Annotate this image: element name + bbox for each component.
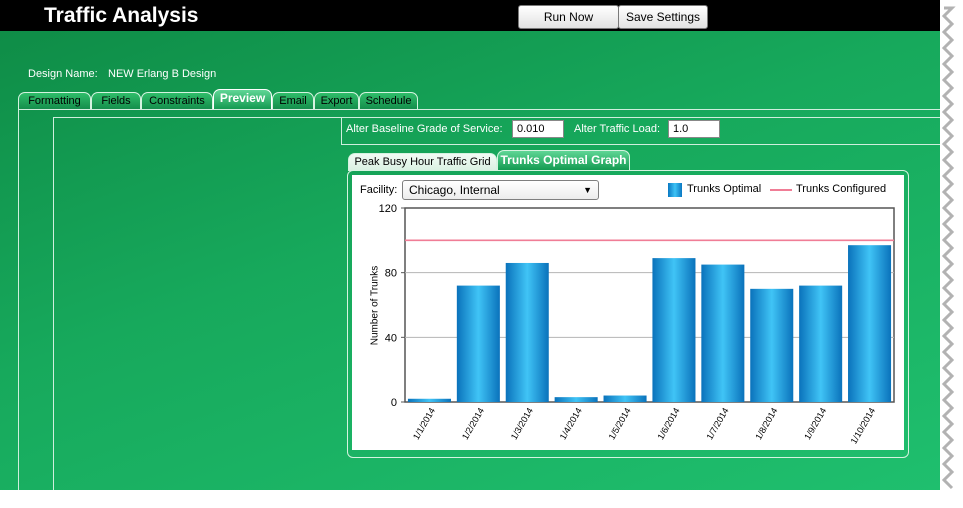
- save-settings-button[interactable]: Save Settings: [618, 5, 708, 29]
- tab-preview[interactable]: Preview: [213, 89, 272, 109]
- tab-panel-border-left: [18, 109, 19, 490]
- bar-trunks-optimal: [848, 245, 892, 402]
- tab-fields[interactable]: Fields: [91, 92, 141, 110]
- bar-trunks-optimal: [701, 264, 745, 402]
- x-tick-label: 1/3/2014: [509, 406, 535, 441]
- bar-trunks-optimal: [603, 395, 647, 402]
- traffic-load-input[interactable]: [668, 120, 720, 138]
- bar-trunks-optimal: [652, 258, 696, 402]
- bar-trunks-optimal: [407, 398, 451, 402]
- chart-card: Facility: Chicago, Internal ▼ Trunks Opt…: [352, 175, 904, 450]
- tab-panel-border: [18, 109, 940, 110]
- x-tick-label: 1/8/2014: [753, 406, 779, 441]
- y-tick-label: 80: [385, 268, 397, 280]
- tab-schedule[interactable]: Schedule: [359, 92, 418, 110]
- bar-trunks-optimal: [505, 262, 549, 402]
- x-tick-label: 1/6/2014: [655, 406, 681, 441]
- tab-constraints[interactable]: Constraints: [141, 92, 213, 110]
- y-tick-label: 0: [391, 397, 397, 409]
- tab-export[interactable]: Export: [314, 92, 359, 110]
- x-tick-label: 1/5/2014: [607, 406, 633, 441]
- app-title: Traffic Analysis: [44, 4, 199, 27]
- bar-trunks-optimal: [750, 288, 794, 402]
- x-tick-label: 1/4/2014: [558, 406, 584, 441]
- run-now-button[interactable]: Run Now: [518, 5, 619, 29]
- bar-trunks-optimal: [554, 397, 598, 402]
- tab-formatting[interactable]: Formatting: [18, 92, 91, 110]
- x-tick-label: 1/7/2014: [704, 406, 730, 441]
- gos-label: Alter Baseline Grade of Service:: [346, 123, 503, 135]
- app-window: Traffic Analysis Run Now Save Settings D…: [0, 0, 940, 490]
- tab-peak-busy-hour-grid[interactable]: Peak Busy Hour Traffic Grid: [348, 153, 497, 171]
- bar-trunks-optimal: [456, 285, 500, 402]
- x-tick-label: 1/9/2014: [802, 406, 828, 441]
- title-bar: Traffic Analysis Run Now Save Settings: [0, 0, 940, 31]
- x-tick-label: 1/10/2014: [849, 406, 878, 446]
- y-tick-label: 120: [379, 203, 397, 215]
- gos-input[interactable]: [512, 120, 564, 138]
- bar-trunks-optimal: [799, 285, 843, 402]
- trunks-chart: 0 40 80 120 1/1/2014 1/2/2014 1/3/2014 1/4/2014…: [379, 203, 895, 446]
- traffic-load-label: Alter Traffic Load:: [574, 123, 661, 135]
- x-tick-label: 1/1/2014: [411, 406, 437, 441]
- design-name-label: Design Name:: [28, 68, 98, 80]
- y-tick-label: 40: [385, 332, 397, 344]
- design-name-value: NEW Erlang B Design: [108, 68, 217, 80]
- tab-trunks-optimal-graph[interactable]: Trunks Optimal Graph: [497, 150, 630, 170]
- tab-email[interactable]: Email: [272, 92, 314, 110]
- x-tick-label: 1/2/2014: [460, 406, 486, 441]
- preview-panel-border-left: [53, 117, 54, 490]
